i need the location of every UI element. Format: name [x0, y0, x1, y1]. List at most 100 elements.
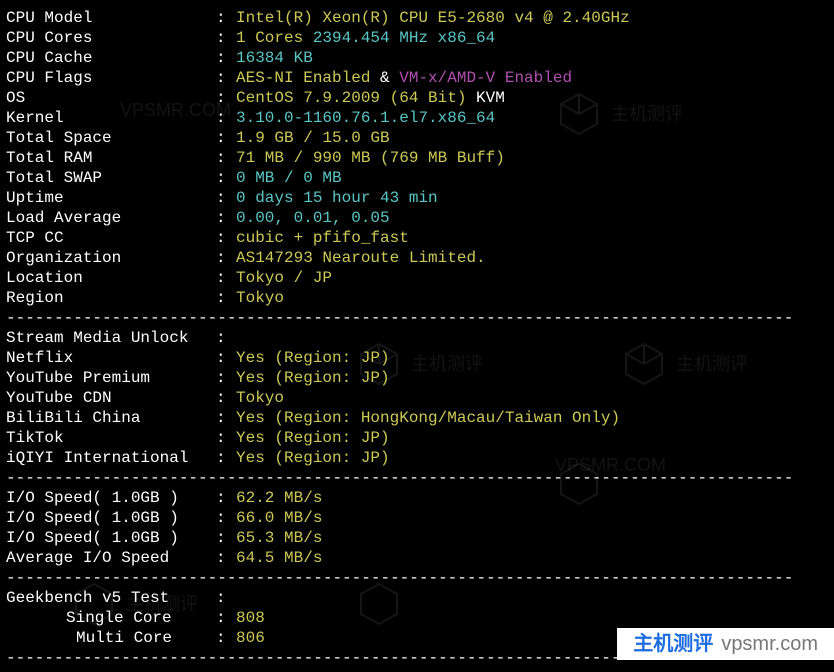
- value-part: Yes (Region: JP): [236, 449, 390, 467]
- spec-value: 1.9 GB / 15.0 GB: [236, 128, 390, 148]
- spec-line: CPU Flags: AES-NI Enabled & VM-x/AMD-V E…: [6, 68, 828, 88]
- colon: :: [216, 348, 236, 368]
- colon: :: [216, 408, 236, 428]
- colon: :: [216, 128, 236, 148]
- spec-value: 0.00, 0.01, 0.05: [236, 208, 390, 228]
- spec-label: Region: [6, 288, 216, 308]
- colon: :: [216, 528, 236, 548]
- spec-line: I/O Speed( 1.0GB ): 65.3 MB/s: [6, 528, 828, 548]
- value-part: 0.00, 0.01, 0.05: [236, 209, 390, 227]
- spec-label: Load Average: [6, 208, 216, 228]
- spec-value: 62.2 MB/s: [236, 488, 322, 508]
- spec-label: CPU Flags: [6, 68, 216, 88]
- value-part: AS147293 Nearoute Limited.: [236, 249, 486, 267]
- spec-line: CPU Model: Intel(R) Xeon(R) CPU E5-2680 …: [6, 8, 828, 28]
- spec-value: 65.3 MB/s: [236, 528, 322, 548]
- spec-label: Multi Core: [6, 628, 216, 648]
- spec-value: 64.5 MB/s: [236, 548, 322, 568]
- system-specs-section: CPU Model: Intel(R) Xeon(R) CPU E5-2680 …: [6, 8, 828, 308]
- spec-line: Single Core: 808: [6, 608, 828, 628]
- colon: :: [216, 608, 236, 628]
- spec-label: TCP CC: [6, 228, 216, 248]
- spec-line: I/O Speed( 1.0GB ): 62.2 MB/s: [6, 488, 828, 508]
- value-part: Tokyo: [236, 289, 284, 307]
- spec-line: Total Space: 1.9 GB / 15.0 GB: [6, 128, 828, 148]
- spec-label: I/O Speed( 1.0GB ): [6, 508, 216, 528]
- value-part: KVM: [466, 89, 504, 107]
- spec-line: Kernel: 3.10.0-1160.76.1.el7.x86_64: [6, 108, 828, 128]
- colon: :: [216, 208, 236, 228]
- spec-value: Yes (Region: JP): [236, 368, 390, 388]
- value-part: Tokyo: [236, 389, 284, 407]
- spec-value: Tokyo: [236, 288, 284, 308]
- geekbench-header: Geekbench v5 Test: [6, 588, 216, 608]
- spec-line: TikTok: Yes (Region: JP): [6, 428, 828, 448]
- value-part: 71 MB / 990 MB (769 MB Buff): [236, 149, 505, 167]
- colon: :: [216, 388, 236, 408]
- spec-line: Region: Tokyo: [6, 288, 828, 308]
- colon: :: [216, 28, 236, 48]
- value-part: 1 Cores: [236, 29, 303, 47]
- spec-line: BiliBili China: Yes (Region: HongKong/Ma…: [6, 408, 828, 428]
- spec-label: I/O Speed( 1.0GB ): [6, 488, 216, 508]
- value-part: CentOS 7.9.2009 (64 Bit): [236, 89, 466, 107]
- spec-label: YouTube Premium: [6, 368, 216, 388]
- spec-line: TCP CC: cubic + pfifo_fast: [6, 228, 828, 248]
- value-part: Tokyo / JP: [236, 269, 332, 287]
- colon: :: [216, 248, 236, 268]
- spec-line: Uptime: 0 days 15 hour 43 min: [6, 188, 828, 208]
- spec-value: cubic + pfifo_fast: [236, 228, 409, 248]
- divider: ----------------------------------------…: [6, 568, 828, 588]
- colon: :: [216, 8, 236, 28]
- stream-media-header: Stream Media Unlock: [6, 328, 216, 348]
- colon: :: [216, 288, 236, 308]
- spec-line: Netflix: Yes (Region: JP): [6, 348, 828, 368]
- spec-value: Yes (Region: HongKong/Macau/Taiwan Only): [236, 408, 620, 428]
- spec-line: I/O Speed( 1.0GB ): 66.0 MB/s: [6, 508, 828, 528]
- spec-value: 1 Cores 2394.454 MHz x86_64: [236, 28, 495, 48]
- spec-value: Tokyo / JP: [236, 268, 332, 288]
- spec-label: CPU Cores: [6, 28, 216, 48]
- value-part: &: [370, 69, 399, 87]
- spec-label: Total SWAP: [6, 168, 216, 188]
- value-part: AES-NI Enabled: [236, 69, 370, 87]
- value-part: 3.10.0-1160.76.1.el7.x86_64: [236, 109, 495, 127]
- spec-line: CPU Cache: 16384 KB: [6, 48, 828, 68]
- spec-label: Single Core: [6, 608, 216, 628]
- spec-line: iQIYI International: Yes (Region: JP): [6, 448, 828, 468]
- value-part: 64.5 MB/s: [236, 549, 322, 567]
- spec-value: 0 days 15 hour 43 min: [236, 188, 438, 208]
- value-part: 0 MB / 0 MB: [236, 169, 342, 187]
- colon: :: [216, 48, 236, 68]
- value-part: 62.2 MB/s: [236, 489, 322, 507]
- spec-value: 66.0 MB/s: [236, 508, 322, 528]
- colon: :: [216, 548, 236, 568]
- spec-value: 3.10.0-1160.76.1.el7.x86_64: [236, 108, 495, 128]
- colon: :: [216, 628, 236, 648]
- spec-line: YouTube CDN: Tokyo: [6, 388, 828, 408]
- value-part: 16384 KB: [236, 49, 313, 67]
- colon: :: [216, 508, 236, 528]
- spec-value: CentOS 7.9.2009 (64 Bit) KVM: [236, 88, 505, 108]
- spec-label: Total Space: [6, 128, 216, 148]
- spec-label: Organization: [6, 248, 216, 268]
- spec-value: 71 MB / 990 MB (769 MB Buff): [236, 148, 505, 168]
- value-part: VM-x/AMD-V Enabled: [399, 69, 572, 87]
- spec-label: TikTok: [6, 428, 216, 448]
- colon: :: [216, 368, 236, 388]
- colon: :: [216, 328, 236, 348]
- spec-line: Average I/O Speed: 64.5 MB/s: [6, 548, 828, 568]
- stream-media-header-line: Stream Media Unlock :: [6, 328, 828, 348]
- spec-line: Multi Core: 806: [6, 628, 828, 648]
- value-part: 1.9 GB / 15.0 GB: [236, 129, 390, 147]
- io-speed-section: I/O Speed( 1.0GB ): 62.2 MB/sI/O Speed( …: [6, 488, 828, 568]
- divider: ----------------------------------------…: [6, 308, 828, 328]
- colon: :: [216, 88, 236, 108]
- colon: :: [216, 488, 236, 508]
- colon: :: [216, 168, 236, 188]
- value-part: 0 days 15 hour 43 min: [236, 189, 438, 207]
- geekbench-header-line: Geekbench v5 Test :: [6, 588, 828, 608]
- value-part: 66.0 MB/s: [236, 509, 322, 527]
- spec-value: Intel(R) Xeon(R) CPU E5-2680 v4 @ 2.40GH…: [236, 8, 630, 28]
- value-part: Intel(R) Xeon(R) CPU E5-2680 v4 @ 2.40GH…: [236, 9, 630, 27]
